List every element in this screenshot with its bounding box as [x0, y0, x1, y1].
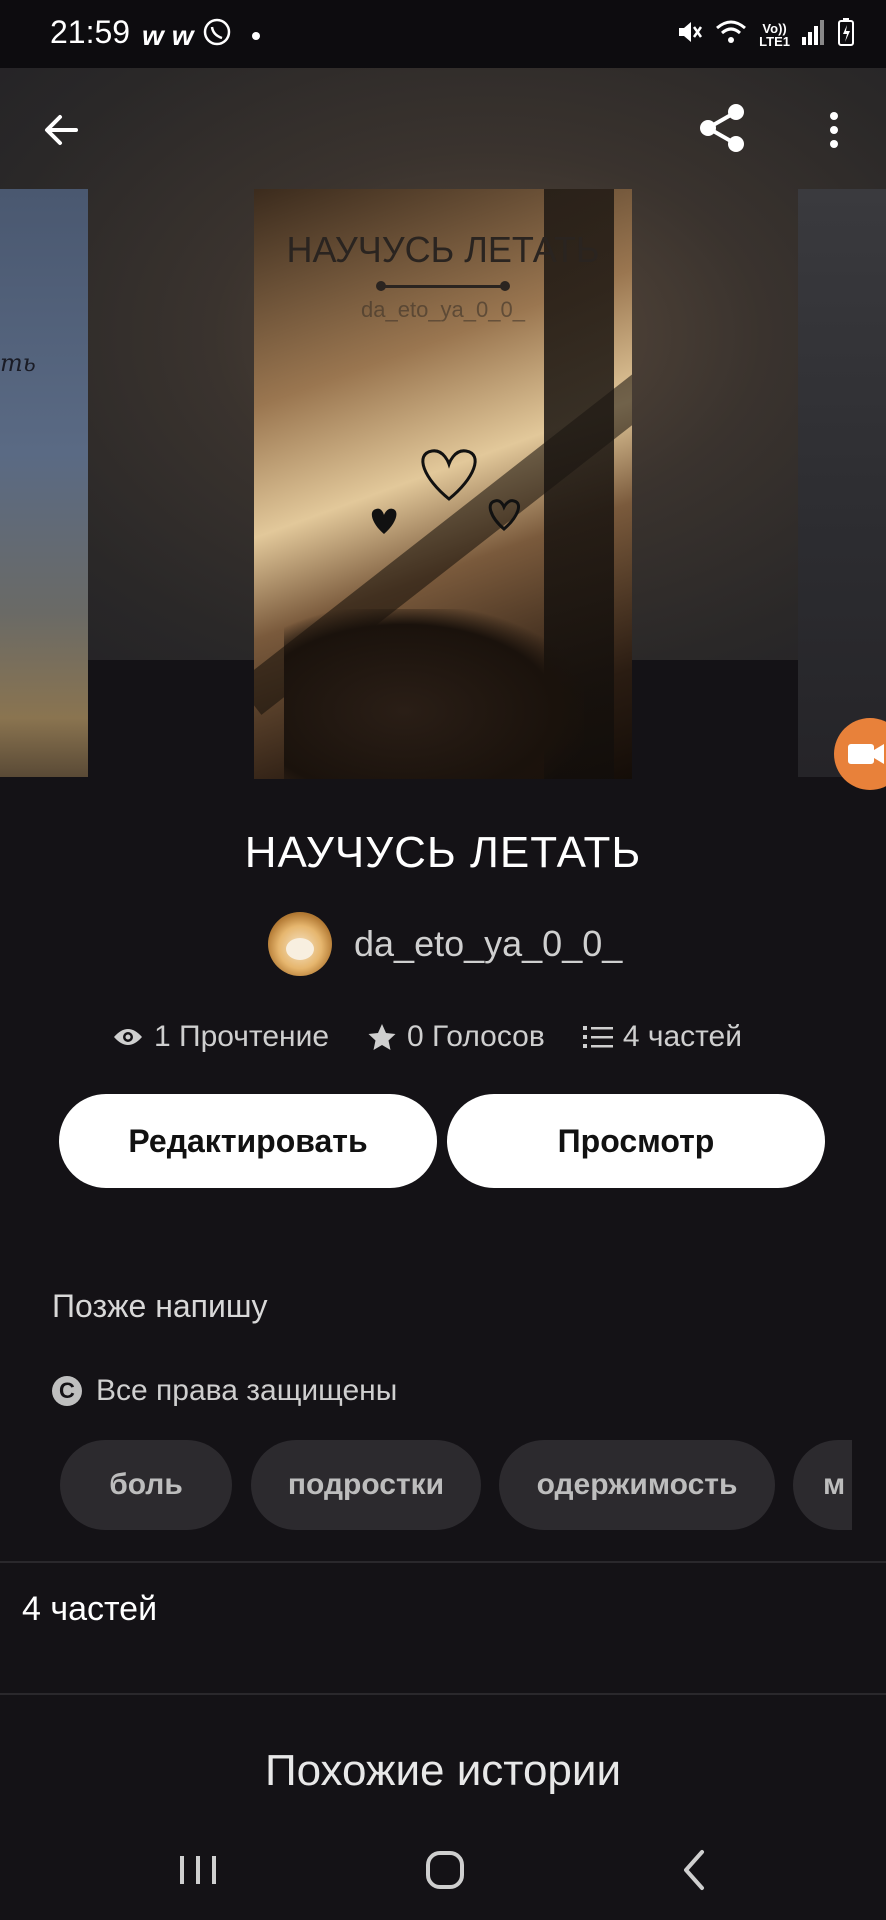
w-app-icon: w: [142, 19, 164, 51]
more-options-button[interactable]: [818, 106, 850, 154]
copyright-icon: C: [52, 1376, 82, 1406]
status-left-icons: w w: [142, 18, 260, 53]
share-button[interactable]: [694, 100, 750, 156]
back-button[interactable]: [38, 106, 86, 154]
author-row[interactable]: da_eto_ya_0_0_: [268, 912, 622, 976]
author-name[interactable]: da_eto_ya_0_0_: [354, 923, 622, 965]
story-stats: 1 Прочтение 0 Голосов 4 частей: [112, 1020, 780, 1054]
more-vertical-icon: [830, 112, 838, 148]
star-icon: [368, 1024, 396, 1050]
tag-chip[interactable]: боль: [60, 1440, 232, 1530]
story-cover[interactable]: НАУЧУСЬ ЛЕТАТЬ da_eto_ya_0_0_: [254, 189, 632, 779]
previous-cover[interactable]: ть: [0, 189, 88, 777]
cover-author: da_eto_ya_0_0_: [361, 297, 525, 322]
battery-icon: [838, 18, 854, 51]
divider: [0, 1693, 886, 1695]
video-icon: [848, 744, 884, 764]
reads-stat: 1 Прочтение: [112, 1020, 329, 1054]
recent-apps-icon: [180, 1856, 216, 1884]
recent-apps-button[interactable]: [168, 1840, 228, 1900]
copyright-row: C Все права защищены: [52, 1374, 397, 1408]
tag-chip[interactable]: м: [793, 1440, 852, 1530]
votes-stat: 0 Голосов: [367, 1020, 545, 1054]
signal-icon: [802, 19, 826, 50]
home-button[interactable]: [415, 1840, 475, 1900]
story-description: Позже напишу: [52, 1288, 268, 1324]
home-icon: [426, 1851, 464, 1889]
viber-icon: [202, 18, 232, 53]
list-icon: [582, 1026, 613, 1048]
cover-divider: [376, 281, 510, 291]
divider: [0, 1561, 886, 1563]
hero-carousel: ть НАУЧУСЬ ЛЕТАТЬ da_eto_ya_0_0_: [0, 68, 886, 790]
record-button[interactable]: [834, 718, 886, 790]
view-button[interactable]: Просмотр: [447, 1094, 825, 1188]
story-title: НАУЧУСЬ ЛЕТАТЬ: [244, 828, 642, 877]
mute-icon: [675, 18, 703, 51]
edit-button[interactable]: Редактировать: [59, 1094, 437, 1188]
hearts-icon: [371, 449, 520, 534]
tag-chip[interactable]: одержимость: [499, 1440, 775, 1530]
eye-icon: [114, 1029, 142, 1045]
back-chevron-icon: [684, 1850, 704, 1890]
share-icon: [700, 104, 744, 152]
back-nav-button[interactable]: [664, 1840, 724, 1900]
cover-figure: [284, 609, 584, 779]
w-app-icon: w: [171, 19, 194, 51]
previous-cover-text: ть: [0, 349, 36, 377]
parts-stat: 4 частей: [582, 1020, 742, 1054]
status-time: 21:59: [50, 14, 131, 50]
next-cover[interactable]: [798, 189, 886, 777]
status-right-icons: Vo)) LTE1: [675, 18, 854, 51]
parts-heading[interactable]: 4 частей: [22, 1590, 157, 1629]
rights-text: Все права защищены: [96, 1374, 398, 1407]
status-bar: 21:59 w w Vo)) LTE1: [0, 0, 886, 68]
notification-dot: [251, 31, 260, 40]
avatar[interactable]: [268, 912, 332, 976]
cover-title: НАУЧУСЬ ЛЕТАТЬ: [286, 229, 600, 270]
similar-stories-heading: Похожие истории: [264, 1746, 622, 1795]
tag-chip[interactable]: подростки: [251, 1440, 481, 1530]
arrow-left-icon: [45, 115, 78, 145]
wifi-icon: [715, 18, 747, 51]
tag-list: боль подростки одержимость м: [60, 1440, 852, 1532]
system-nav-bar: [0, 1812, 886, 1920]
network-label: Vo)) LTE1: [759, 20, 790, 49]
